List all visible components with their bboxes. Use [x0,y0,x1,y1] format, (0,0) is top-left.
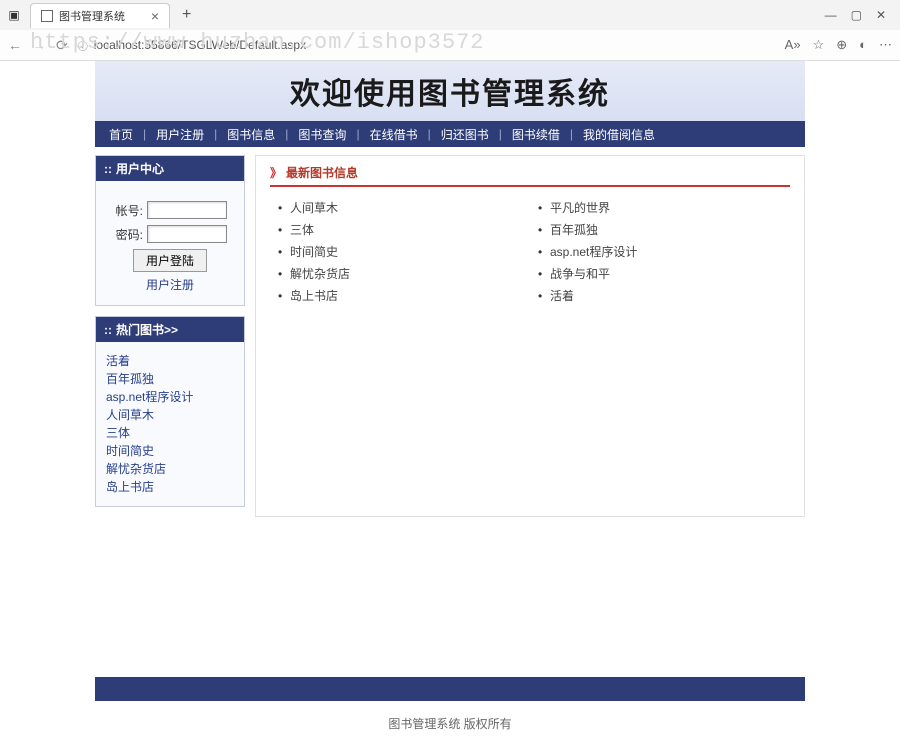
tab-bar: ▣ 图书管理系统 × + — ▢ ✕ [0,0,900,30]
menu-icon[interactable]: ⋯ [879,37,892,53]
latest-books-grid: 人间草木 三体 时间简史 解忧杂货店 岛上书店 平凡的世界 百年孤独 asp.n… [270,197,790,307]
tab-title: 图书管理系统 [59,8,125,24]
profile-icon[interactable]: ◐ [859,37,867,53]
account-input[interactable] [147,201,227,219]
url-field[interactable]: ⓘ localhost:55866/TSGLWeb/Default.aspx [78,38,775,53]
book-item[interactable]: 解忧杂货店 [282,263,530,285]
login-panel-header: ::用户中心 [96,156,244,181]
maximize-button[interactable]: ▢ [851,8,862,22]
book-item[interactable]: 平凡的世界 [542,197,790,219]
book-item[interactable]: 战争与和平 [542,263,790,285]
account-label: 帐号: [113,202,143,219]
latest-col-1: 人间草木 三体 时间简史 解忧杂货店 岛上书店 [270,197,530,307]
hot-book-link[interactable]: asp.net程序设计 [106,388,234,406]
favorite-icon[interactable]: ☆ [813,37,825,53]
minimize-button[interactable]: — [825,8,837,22]
app-icon: ▣ [4,5,24,25]
back-button[interactable]: ← [8,37,22,53]
password-label: 密码: [113,226,143,243]
nav-return[interactable]: 归还图书 [437,126,493,143]
collections-icon[interactable]: ⊕ [836,37,847,53]
book-item[interactable]: 岛上书店 [282,285,530,307]
hot-book-link[interactable]: 时间简史 [106,442,234,460]
forward-button[interactable]: → [32,37,46,53]
nav-borrow[interactable]: 在线借书 [366,126,422,143]
read-aloud-icon[interactable]: A» [785,37,801,53]
info-icon: ⓘ [78,38,88,53]
book-item[interactable]: 百年孤独 [542,219,790,241]
book-item[interactable]: 活着 [542,285,790,307]
content-area: ::用户中心 帐号: 密码: 用户登陆 用户注册 [95,155,805,517]
register-link[interactable]: 用户注册 [102,276,238,293]
sidebar: ::用户中心 帐号: 密码: 用户登陆 用户注册 [95,155,245,517]
browser-chrome: ▣ 图书管理系统 × + — ▢ ✕ ← → ⟳ ⓘ localhost:558… [0,0,900,61]
close-tab-icon[interactable]: × [151,11,159,21]
page-container: 欢迎使用图书管理系统 首页| 用户注册| 图书信息| 图书查询| 在线借书| 归… [95,61,805,746]
latest-books-title: 最新图书信息 [286,166,358,180]
book-item[interactable]: 时间简史 [282,241,530,263]
hot-books-panel: ::热门图书>> 活着 百年孤独 asp.net程序设计 人间草木 三体 时间简… [95,316,245,507]
hot-panel-title: 热门图书>> [116,323,178,337]
footer-text: 图书管理系统 版权所有 [95,701,805,746]
main-nav: 首页| 用户注册| 图书信息| 图书查询| 在线借书| 归还图书| 图书续借| … [95,121,805,147]
book-item[interactable]: asp.net程序设计 [542,241,790,263]
login-panel-title: 用户中心 [116,162,164,176]
hot-book-link[interactable]: 百年孤独 [106,370,234,388]
latest-col-2: 平凡的世界 百年孤独 asp.net程序设计 战争与和平 活着 [530,197,790,307]
address-bar: ← → ⟳ ⓘ localhost:55866/TSGLWeb/Default.… [0,30,900,60]
banner: 欢迎使用图书管理系统 [95,61,805,121]
new-tab-button[interactable]: + [176,6,197,24]
book-item[interactable]: 三体 [282,219,530,241]
page-icon [41,10,53,22]
arrow-icon: 》 [270,166,282,180]
nav-register[interactable]: 用户注册 [152,126,208,143]
hot-book-link[interactable]: 岛上书店 [106,478,234,496]
refresh-button[interactable]: ⟳ [56,37,68,54]
hot-book-link[interactable]: 活着 [106,352,234,370]
book-item[interactable]: 人间草木 [282,197,530,219]
hot-panel-header: ::热门图书>> [96,317,244,342]
hot-books-list: 活着 百年孤独 asp.net程序设计 人间草木 三体 时间简史 解忧杂货店 岛… [96,342,244,506]
footer-bar [95,677,805,701]
close-window-button[interactable]: ✕ [876,8,886,22]
nav-renew[interactable]: 图书续借 [508,126,564,143]
window-controls: — ▢ ✕ [825,8,896,22]
nav-my-borrow[interactable]: 我的借阅信息 [579,126,659,143]
url-text: localhost:55866/TSGLWeb/Default.aspx [94,38,306,52]
hot-book-link[interactable]: 三体 [106,424,234,442]
login-button[interactable]: 用户登陆 [133,249,207,272]
latest-books-header: 》最新图书信息 [270,164,790,187]
nav-home[interactable]: 首页 [105,126,137,143]
login-panel: ::用户中心 帐号: 密码: 用户登陆 用户注册 [95,155,245,306]
hot-book-link[interactable]: 人间草木 [106,406,234,424]
password-input[interactable] [147,225,227,243]
main-panel: 》最新图书信息 人间草木 三体 时间简史 解忧杂货店 岛上书店 平凡的世界 百年… [255,155,805,517]
nav-book-info[interactable]: 图书信息 [223,126,279,143]
nav-book-search[interactable]: 图书查询 [294,126,350,143]
browser-tab[interactable]: 图书管理系统 × [30,3,170,28]
banner-title: 欢迎使用图书管理系统 [290,69,610,113]
hot-book-link[interactable]: 解忧杂货店 [106,460,234,478]
